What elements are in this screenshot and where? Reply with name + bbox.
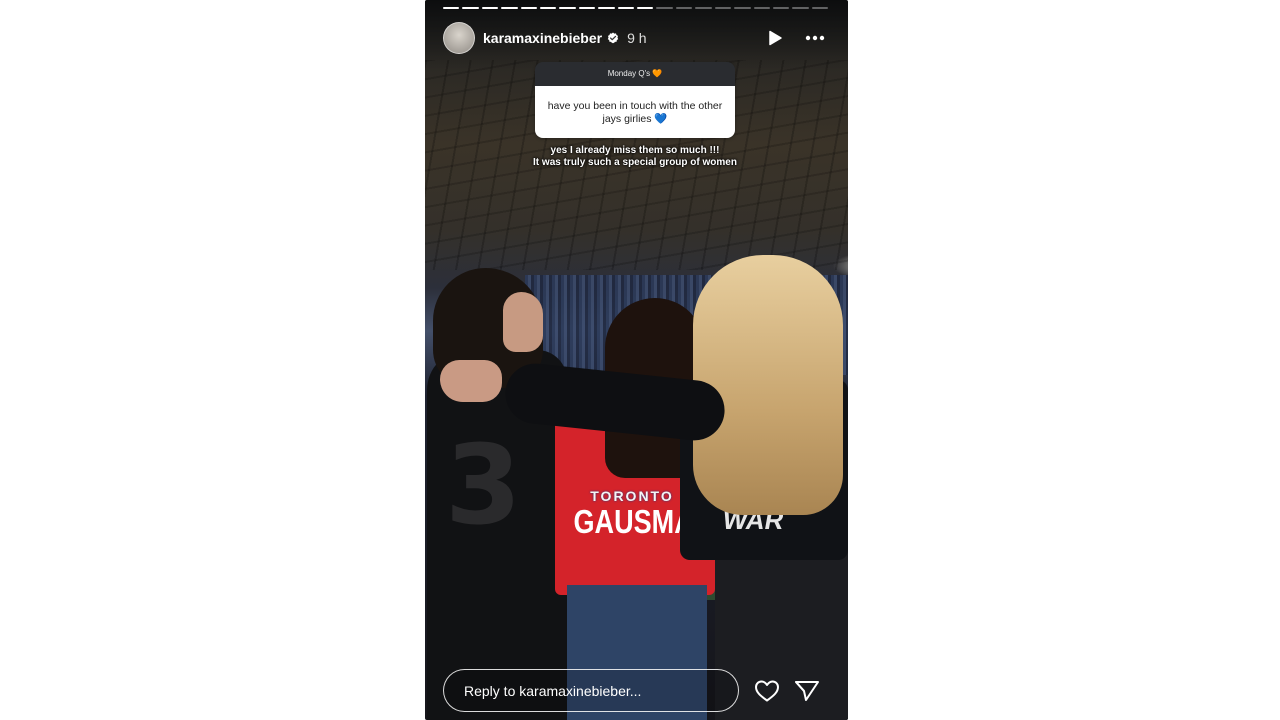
- post-timestamp: 9 h: [627, 30, 647, 46]
- question-sticker[interactable]: Monday Q's 🧡 have you been in touch with…: [535, 62, 735, 138]
- progress-segment: [772, 7, 790, 9]
- answer-line-2: It was truly such a special group of wom…: [533, 157, 737, 168]
- progress-segment: [792, 7, 809, 9]
- play-icon[interactable]: [766, 29, 784, 47]
- progress-segment: [617, 7, 635, 9]
- progress-segment: [811, 7, 829, 9]
- progress-segment: [675, 7, 693, 9]
- heart-icon[interactable]: [754, 679, 780, 703]
- username[interactable]: karamaxinebieber: [483, 30, 602, 46]
- more-options-icon[interactable]: [804, 27, 826, 49]
- sticker-question: have you been in touch with the other ja…: [535, 86, 735, 138]
- progress-segment: [481, 7, 499, 9]
- progress-segment: [540, 7, 557, 9]
- reply-placeholder: Reply to karamaxinebieber...: [464, 682, 642, 699]
- jersey-number: 3: [445, 421, 522, 549]
- progress-segment: [753, 7, 770, 9]
- person-right-hair: [693, 255, 843, 515]
- progress-segment: [598, 7, 615, 9]
- reply-input[interactable]: Reply to karamaxinebieber...: [443, 669, 739, 712]
- story-progress-bar: [443, 7, 829, 9]
- progress-segment: [637, 7, 654, 9]
- jersey-name-text: GAUSMAN: [573, 503, 714, 540]
- progress-segment: [695, 7, 712, 9]
- progress-segment: [443, 7, 460, 9]
- progress-segment: [734, 7, 751, 9]
- progress-segment: [714, 7, 732, 9]
- avatar[interactable]: [443, 22, 475, 54]
- progress-segment: [656, 7, 673, 9]
- progress-segment: [520, 7, 538, 9]
- jersey-team-text: TORONTO: [590, 488, 674, 504]
- story-header: karamaxinebieber 9 h: [443, 22, 826, 54]
- sticker-header: Monday Q's 🧡: [535, 62, 735, 86]
- hand: [440, 360, 502, 402]
- verified-badge-icon: [607, 32, 619, 44]
- progress-segment: [462, 7, 479, 9]
- progress-segment: [578, 7, 596, 9]
- answer-line-1: yes I already miss them so much !!!: [550, 145, 720, 156]
- progress-segment: [501, 7, 518, 9]
- person-left-face: [503, 292, 543, 352]
- send-icon[interactable]: [794, 680, 820, 702]
- story-viewer[interactable]: 3 TORONTO GAUSMAN WAR karamaxinebieber 9…: [425, 0, 848, 720]
- progress-segment: [559, 7, 576, 9]
